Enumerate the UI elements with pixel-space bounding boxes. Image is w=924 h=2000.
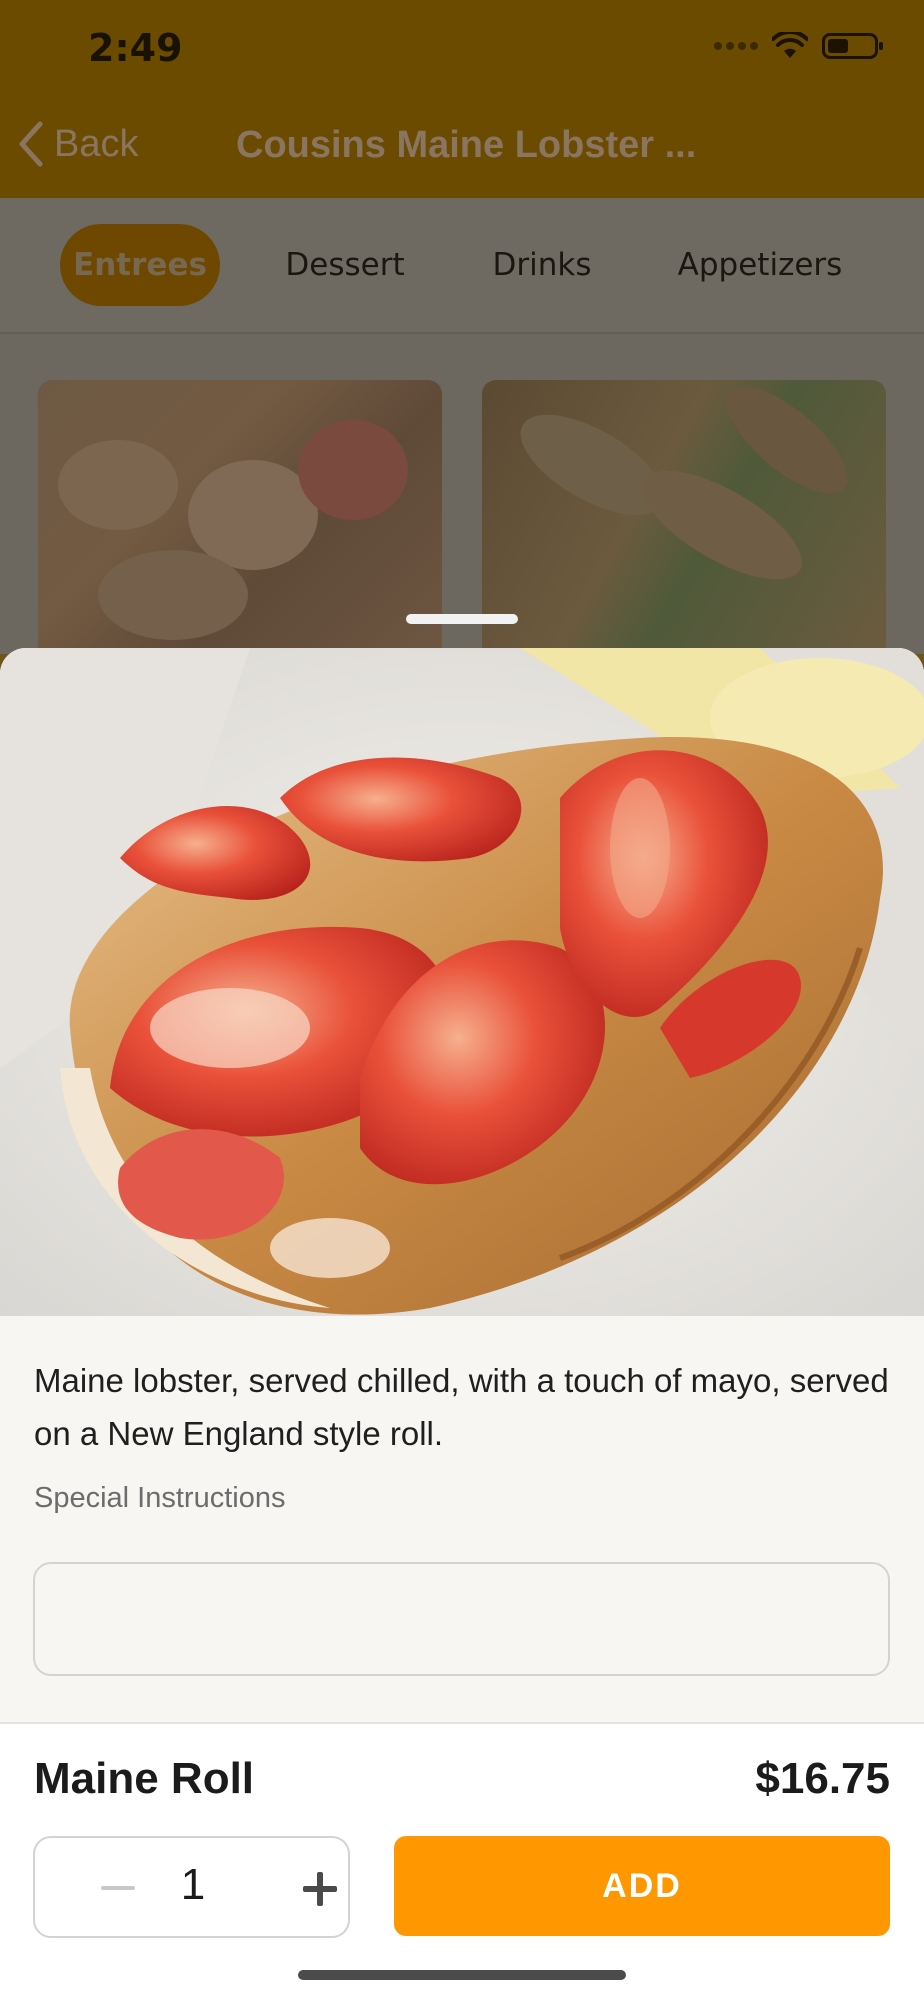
status-bar: 2:49 [0, 0, 924, 100]
item-price: $16.75 [755, 1754, 890, 1803]
tab-drinks[interactable]: Drinks [466, 224, 618, 306]
home-indicator [298, 1970, 626, 1980]
minus-icon [101, 1886, 135, 1890]
page-title: Cousins Maine Lobster ... [236, 124, 697, 166]
chevron-left-icon [19, 121, 43, 167]
special-instructions-label: Special Instructions [34, 1482, 286, 1514]
menu-item-card[interactable] [482, 380, 886, 680]
status-time: 2:49 [88, 26, 183, 70]
item-name: Maine Roll [34, 1754, 255, 1803]
quantity-value: 1 [180, 1860, 206, 1909]
tab-entrees[interactable]: Entrees [60, 224, 220, 306]
quantity-stepper: 1 [33, 1836, 350, 1938]
add-to-cart-button[interactable]: ADD [394, 1836, 890, 1936]
increment-button[interactable] [261, 1846, 347, 1930]
battery-icon [822, 33, 883, 59]
order-footer: Maine Roll $16.75 1 ADD [0, 1722, 924, 2000]
status-icons [714, 32, 883, 60]
nav-bar: Back Cousins Maine Lobster ... [0, 100, 924, 198]
menu-grid [0, 334, 924, 680]
back-label: Back [54, 122, 139, 165]
item-photo [0, 648, 924, 1316]
back-button[interactable]: Back [16, 120, 138, 168]
tab-dessert[interactable]: Dessert [268, 224, 422, 306]
sheet-grabber[interactable] [406, 614, 518, 624]
item-description: Maine lobster, served chilled, with a to… [34, 1362, 889, 1452]
category-tabs: Entrees Dessert Drinks Appetizers [0, 198, 924, 334]
tab-appetizers[interactable]: Appetizers [656, 224, 864, 306]
menu-item-card[interactable] [38, 380, 442, 680]
wifi-icon [772, 32, 808, 58]
decrement-button[interactable] [55, 1846, 141, 1930]
special-instructions-input[interactable] [33, 1562, 890, 1676]
signal-icon [714, 42, 758, 50]
item-detail-sheet: Maine lobster, served chilled, with a to… [0, 648, 924, 2000]
